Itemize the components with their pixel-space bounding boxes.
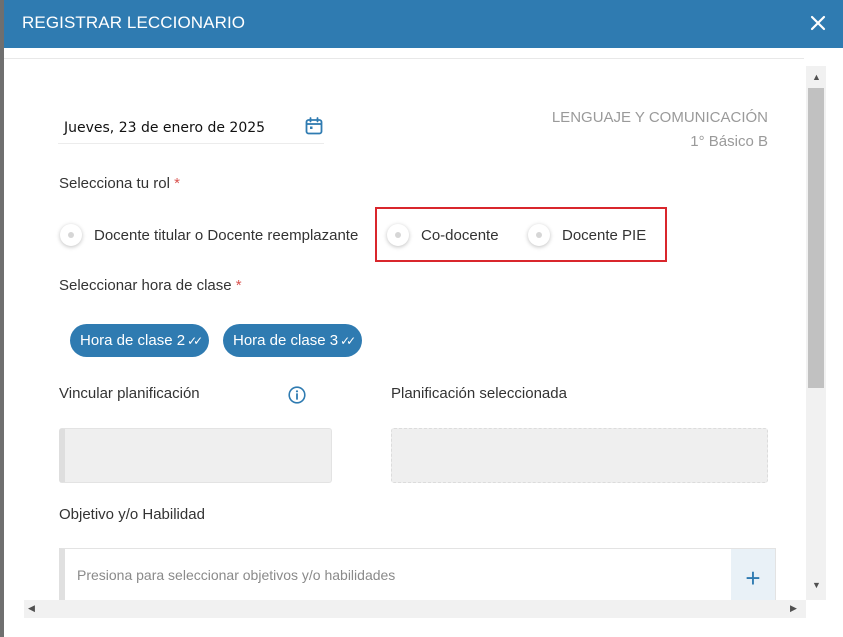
form-content: Jueves, 23 de enero de 2025 LENGUAJE Y C… bbox=[4, 66, 804, 600]
objective-placeholder: Presiona para seleccionar objetivos y/o … bbox=[77, 567, 396, 583]
class-hour-label: Seleccionar hora de clase * bbox=[59, 277, 242, 294]
highlight-box bbox=[375, 207, 667, 262]
scroll-right-icon[interactable]: ▶ bbox=[790, 603, 797, 614]
modal-header: REGISTRAR LECCIONARIO bbox=[4, 0, 843, 48]
objective-field[interactable]: Presiona para seleccionar objetivos y/o … bbox=[59, 548, 776, 600]
double-check-icon: ✓✓ bbox=[187, 333, 203, 348]
modal-title: REGISTRAR LECCIONARIO bbox=[22, 13, 246, 32]
divider bbox=[4, 58, 804, 59]
chip-hora-2[interactable]: Hora de clase 2 ✓✓ bbox=[70, 324, 210, 357]
selected-planning-label: Planificación seleccionada bbox=[391, 385, 567, 402]
scroll-thumb[interactable] bbox=[808, 88, 824, 388]
role-label: Selecciona tu rol * bbox=[59, 175, 180, 192]
selected-planning-box bbox=[391, 428, 768, 483]
scroll-left-icon[interactable]: ◀ bbox=[28, 603, 35, 614]
required-mark: * bbox=[174, 175, 180, 192]
scroll-down-icon[interactable]: ▼ bbox=[812, 580, 821, 590]
calendar-icon[interactable] bbox=[304, 116, 324, 136]
radio-docente-titular[interactable]: Docente titular o Docente reemplazante bbox=[60, 224, 358, 246]
date-value: Jueves, 23 de enero de 2025 bbox=[64, 120, 266, 136]
required-mark: * bbox=[235, 277, 242, 294]
link-planning-label: Vincular planificación bbox=[59, 385, 200, 402]
radio-label: Docente titular o Docente reemplazante bbox=[94, 226, 359, 244]
role-label-text: Selecciona tu rol bbox=[59, 175, 170, 192]
vertical-scrollbar[interactable]: ▲ ▼ bbox=[806, 66, 826, 600]
chip-label: Hora de clase 3 bbox=[233, 332, 339, 349]
radio-button[interactable] bbox=[60, 224, 82, 246]
subject-info: LENGUAJE Y COMUNICACIÓN 1° Básico B bbox=[552, 106, 768, 154]
add-objective-button[interactable]: + bbox=[731, 549, 775, 600]
subject-name: LENGUAJE Y COMUNICACIÓN bbox=[551, 109, 768, 126]
date-field[interactable]: Jueves, 23 de enero de 2025 bbox=[58, 116, 324, 144]
objective-label: Objetivo y/o Habilidad bbox=[59, 506, 205, 523]
chip-hora-3[interactable]: Hora de clase 3 ✓✓ bbox=[223, 324, 363, 357]
modal: REGISTRAR LECCIONARIO Jueves, 23 de ener… bbox=[4, 0, 843, 637]
double-check-icon: ✓✓ bbox=[340, 333, 356, 348]
link-planning-field[interactable] bbox=[59, 428, 332, 483]
class-hour-label-text: Seleccionar hora de clase bbox=[59, 277, 232, 294]
horizontal-scrollbar[interactable]: ◀ ▶ bbox=[24, 600, 806, 618]
course-name: 1° Básico B bbox=[690, 133, 768, 150]
scroll-up-icon[interactable]: ▲ bbox=[812, 72, 821, 82]
close-icon[interactable] bbox=[807, 12, 829, 34]
chip-label: Hora de clase 2 bbox=[80, 332, 186, 349]
info-icon[interactable] bbox=[288, 386, 306, 404]
